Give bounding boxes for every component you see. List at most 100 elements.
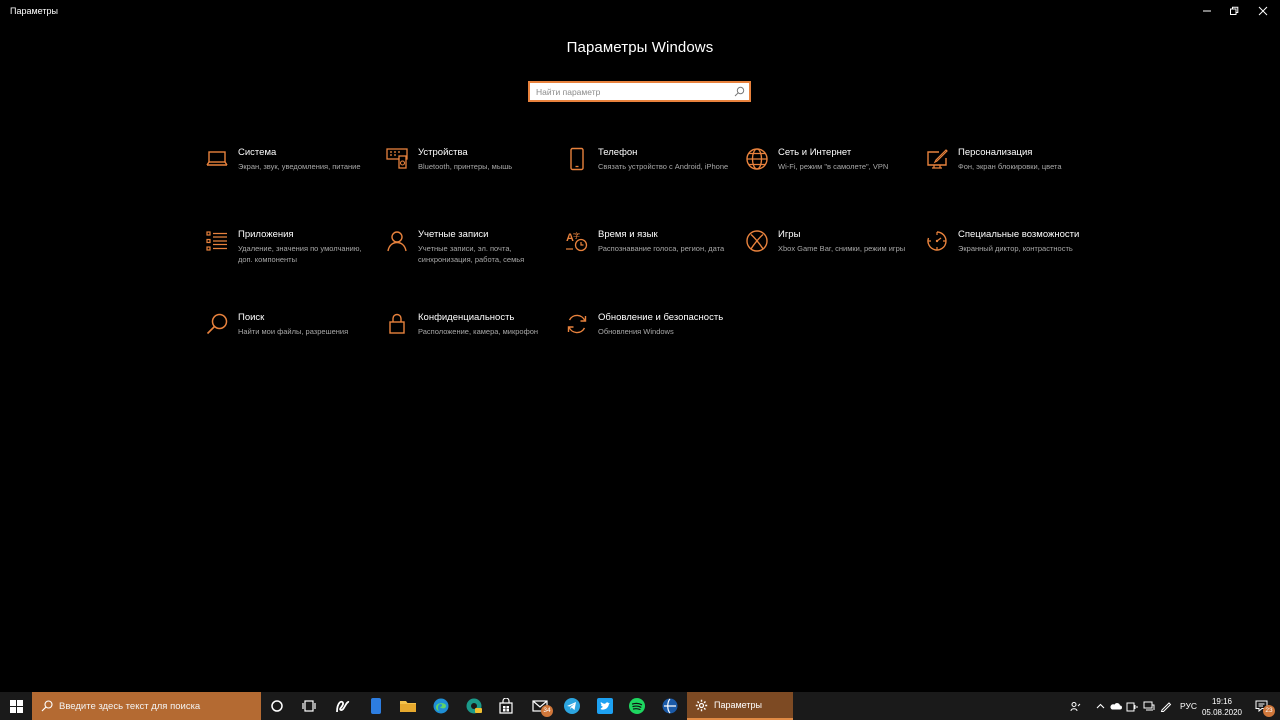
category-phone[interactable]: Телефон Связать устройство с Android, iP…	[565, 147, 740, 207]
taskbar-app-globe[interactable]	[654, 692, 686, 720]
category-name: Обновление и безопасность	[598, 312, 724, 323]
minimize-icon	[1203, 10, 1211, 12]
category-name: Поиск	[238, 312, 265, 323]
category-desc: Фон, экран блокировки, цвета	[958, 162, 1062, 171]
accessibility-icon	[927, 231, 947, 251]
apps-list-icon	[206, 231, 227, 251]
clock-time: 19:16	[1211, 697, 1233, 706]
category-desc: Обновления Windows	[598, 327, 674, 336]
settings-search[interactable]	[528, 81, 751, 102]
cloud-icon	[1110, 703, 1122, 710]
store-icon	[499, 698, 513, 714]
edge-icon	[433, 698, 449, 714]
category-name: Специальные возможности	[958, 229, 1080, 240]
title-bar: Параметры	[0, 0, 1280, 22]
category-desc: Удаление, значения по умолчанию, доп. ко…	[238, 244, 362, 264]
keyboard-speaker-icon	[386, 148, 408, 169]
category-accounts[interactable]: Учетные записи Учетные записи, эл. почта…	[385, 229, 560, 289]
category-search[interactable]: Поиск Найти мои файлы, разрешения	[205, 312, 380, 372]
svg-text:字: 字	[573, 231, 580, 240]
taskbar-twitter[interactable]	[589, 692, 621, 720]
category-name: Система	[238, 147, 277, 158]
search-icon	[206, 313, 228, 335]
gear-icon	[695, 699, 708, 711]
language-indicator[interactable]: РУС	[1180, 701, 1197, 711]
volume-button[interactable]	[1159, 692, 1173, 720]
search-icon	[41, 700, 53, 712]
category-privacy[interactable]: Конфиденциальность Расположение, камера,…	[385, 312, 560, 372]
cortana-button[interactable]	[261, 692, 293, 720]
category-personalization[interactable]: Персонализация Фон, экран блокировки, цв…	[925, 147, 1100, 207]
taskbar-telegram[interactable]	[556, 692, 588, 720]
category-accessibility[interactable]: Специальные возможности Экранный диктор,…	[925, 229, 1100, 289]
battery-plug-icon	[1126, 702, 1138, 711]
edge-canary-icon	[466, 698, 482, 714]
taskbar-store[interactable]	[490, 692, 522, 720]
action-center-button[interactable]: 23	[1250, 692, 1275, 720]
close-button[interactable]	[1246, 0, 1280, 22]
start-button[interactable]	[0, 692, 32, 720]
telegram-icon	[564, 698, 580, 714]
category-time-language[interactable]: A 字 Время и язык Распознавание голоса, р…	[565, 229, 740, 289]
taskbar-settings-app[interactable]: Параметры	[687, 692, 793, 720]
people-icon	[1070, 701, 1080, 711]
category-desc: Расположение, камера, микрофон	[418, 327, 539, 336]
category-desc: Учетные записи, эл. почта, синхронизация…	[418, 244, 525, 264]
clock[interactable]: 19:16 05.08.2020	[1198, 696, 1246, 718]
battery-button[interactable]	[1125, 692, 1139, 720]
clock-date: 05.08.2020	[1201, 708, 1243, 717]
search-icon[interactable]	[734, 86, 745, 97]
taskbar-edge-canary[interactable]	[458, 692, 490, 720]
category-name: Приложения	[238, 229, 294, 240]
category-name: Время и язык	[598, 229, 658, 240]
category-desc: Xbox Game Bar, снимки, режим игры	[778, 244, 906, 253]
onedrive-button[interactable]	[1108, 692, 1123, 720]
taskbar-app-blue[interactable]	[360, 692, 392, 720]
category-desc: Связать устройство с Android, iPhone	[598, 162, 729, 171]
category-desc: Найти мои файлы, разрешения	[238, 327, 349, 336]
spotify-icon	[629, 698, 645, 714]
phone-icon	[570, 147, 584, 171]
category-name: Сеть и Интернет	[778, 147, 852, 158]
category-name: Устройства	[418, 147, 468, 158]
taskbar-active-app-label: Параметры	[714, 700, 762, 710]
document-app-icon	[371, 698, 381, 714]
category-system[interactable]: Система Экран, звук, уведомления, питани…	[205, 147, 380, 207]
sync-icon	[567, 314, 587, 334]
category-desc: Wi-Fi, режим "в самолете", VPN	[778, 162, 889, 171]
category-gaming[interactable]: Игры Xbox Game Bar, снимки, режим игры	[745, 229, 920, 289]
network-button[interactable]	[1142, 692, 1156, 720]
taskbar: Введите здесь текст для поиска 34 Параме…	[0, 692, 1280, 720]
task-view-icon	[302, 700, 316, 712]
category-desc: Экран, звук, уведомления, питание	[238, 162, 361, 171]
taskbar-file-explorer[interactable]	[392, 692, 424, 720]
category-devices[interactable]: Устройства Bluetooth, принтеры, мышь	[385, 147, 560, 207]
task-view-button[interactable]	[293, 692, 325, 720]
search-input[interactable]	[530, 83, 725, 100]
folder-icon	[400, 701, 416, 712]
globe-icon	[746, 148, 768, 170]
taskbar-app-scribble[interactable]	[327, 692, 359, 720]
category-desc: Экранный диктор, контрастность	[958, 244, 1073, 253]
close-icon	[1258, 6, 1268, 16]
category-name: Персонализация	[958, 147, 1033, 158]
page-title: Параметры Windows	[566, 39, 714, 56]
network-icon	[1143, 701, 1155, 710]
category-apps[interactable]: Приложения Удаление, значения по умолчан…	[205, 229, 380, 289]
window-title: Параметры	[10, 6, 58, 16]
laptop-icon	[206, 151, 228, 166]
category-network[interactable]: Сеть и Интернет Wi-Fi, режим "в самолете…	[745, 147, 920, 207]
cortana-icon	[271, 700, 283, 712]
taskbar-edge[interactable]	[425, 692, 457, 720]
brush-monitor-icon	[927, 149, 948, 169]
taskbar-search[interactable]: Введите здесь текст для поиска	[32, 692, 261, 720]
taskbar-mail[interactable]: 34	[524, 692, 556, 720]
lock-icon	[389, 313, 405, 334]
people-button[interactable]	[1068, 692, 1082, 720]
notifications-badge: 23	[1263, 705, 1275, 717]
show-hidden-icons-button[interactable]	[1094, 692, 1106, 720]
scribble-app-icon	[336, 700, 350, 713]
taskbar-spotify[interactable]	[621, 692, 653, 720]
category-desc: Bluetooth, принтеры, мышь	[418, 162, 513, 171]
category-update-security[interactable]: Обновление и безопасность Обновления Win…	[565, 312, 740, 372]
